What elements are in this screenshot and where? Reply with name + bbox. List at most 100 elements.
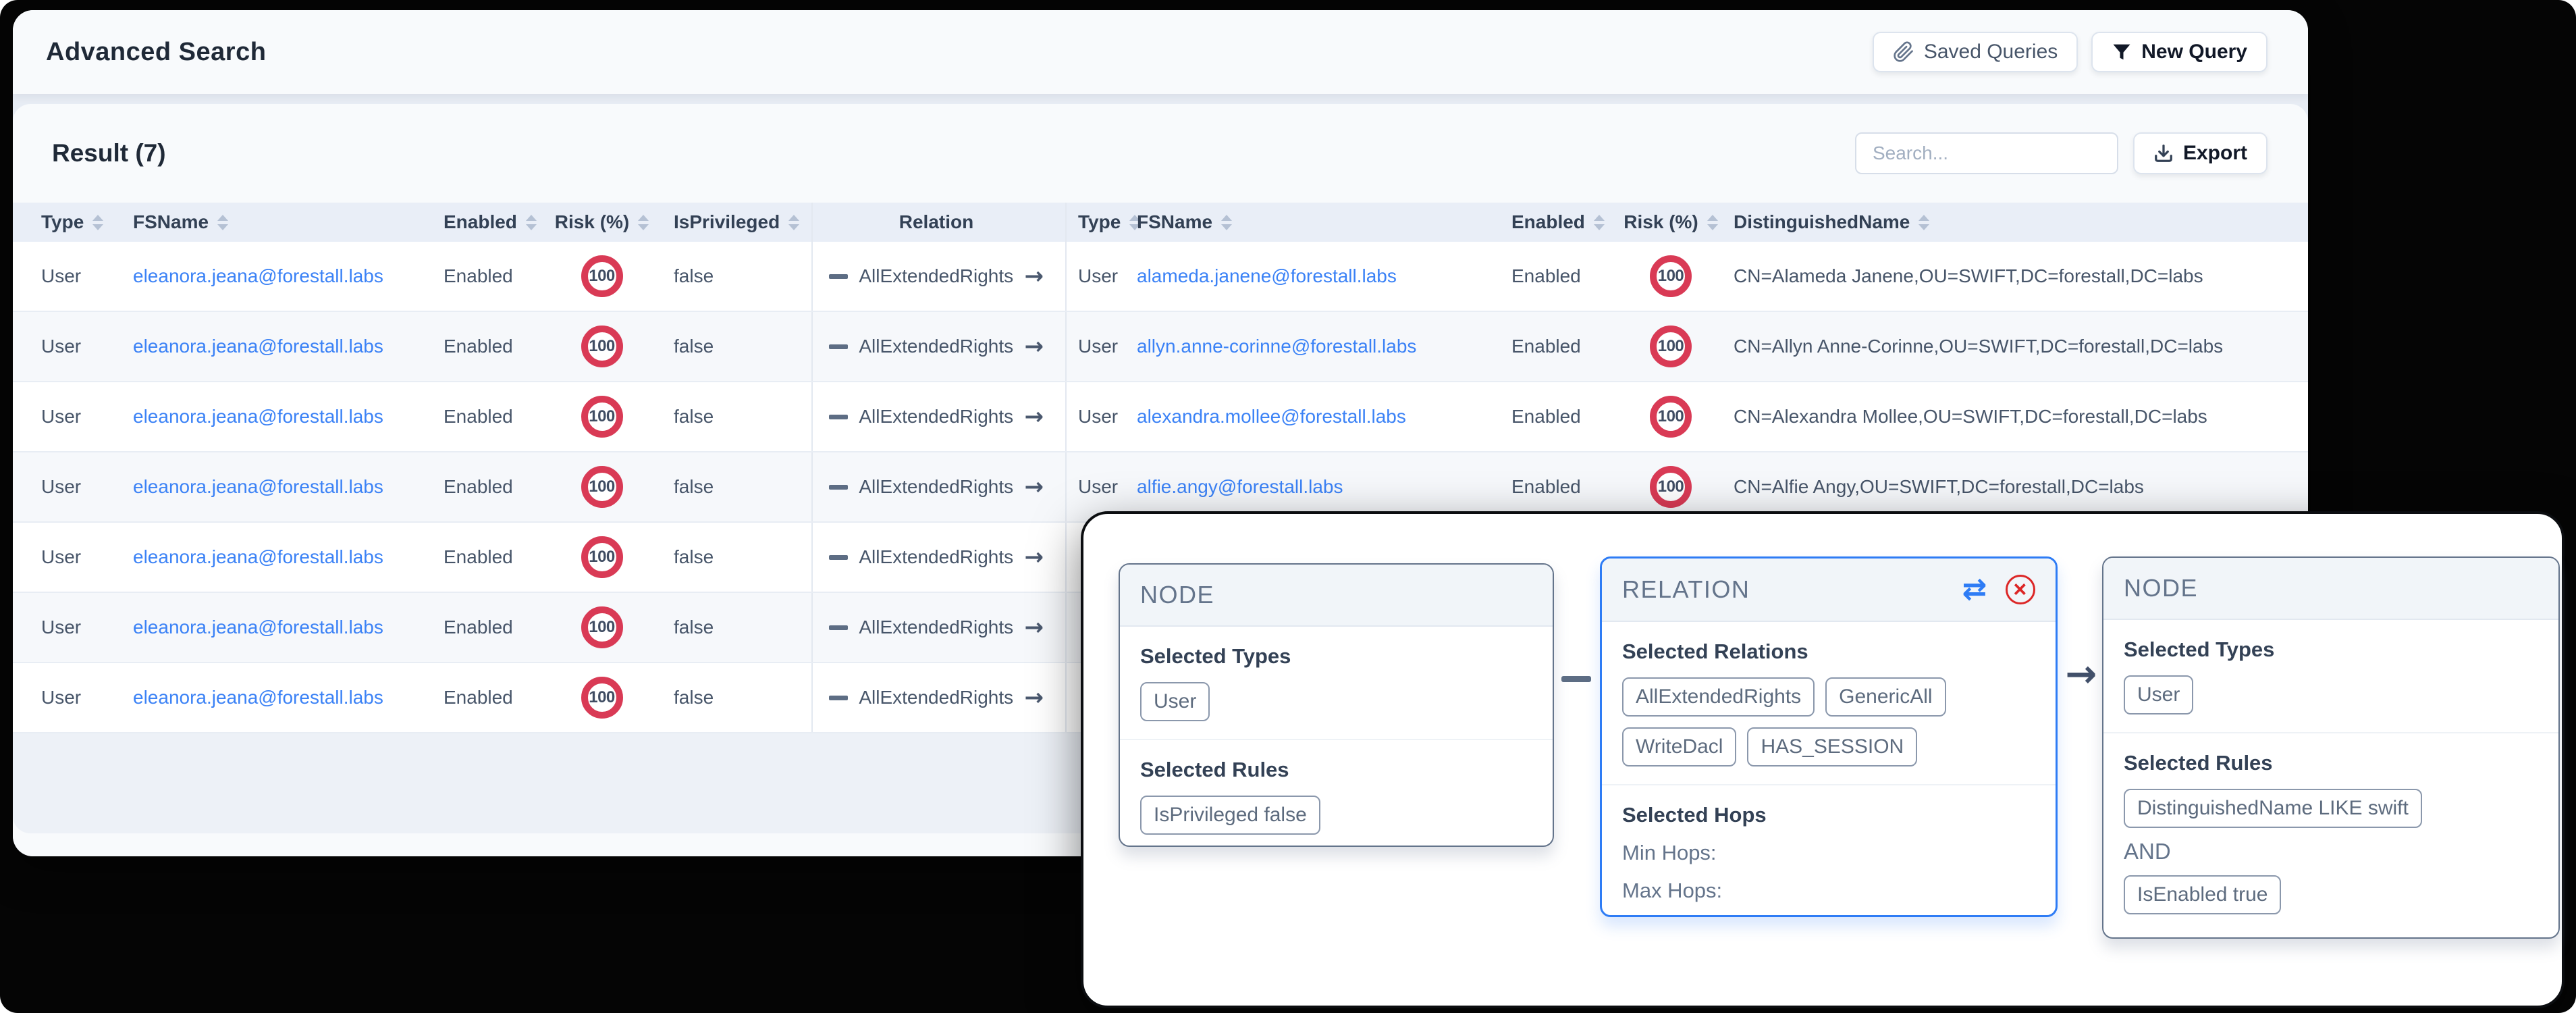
column-header[interactable]: Enabled [431,211,546,233]
builder-dash-connector-icon [1561,676,1591,682]
column-header[interactable]: IsPrivileged [658,211,811,233]
rule-chip[interactable]: DistinguishedName LIKE swift [2124,789,2422,828]
fsname-link[interactable]: eleanora.jeana@forestall.labs [133,687,383,708]
relation-dash-icon [829,625,848,630]
fsname-link[interactable]: eleanora.jeana@forestall.labs [133,265,383,286]
column-header[interactable]: FSName [1131,211,1505,233]
selection-chip[interactable]: User [1140,682,1210,721]
relation-arrow-icon: → [1025,473,1044,500]
target-node-card-title: NODE [2124,574,2198,602]
sort-icon[interactable] [1918,215,1929,230]
fsname-link[interactable]: eleanora.jeana@forestall.labs [133,406,383,427]
relation-dash-icon [829,344,848,349]
new-query-button[interactable]: New Query [2091,32,2268,72]
sort-icon[interactable] [788,215,799,230]
table-header-row: TypeFSNameEnabledRisk (%)IsPrivilegedRel… [13,203,2308,242]
export-button[interactable]: Export [2133,132,2268,174]
selected-rules-label: Selected Rules [1140,758,1532,782]
fsname-link[interactable]: eleanora.jeana@forestall.labs [133,476,383,497]
selection-chip[interactable]: AllExtendedRights [1622,677,1815,717]
selection-chip[interactable]: GenericAll [1825,677,1946,717]
search-input[interactable] [1855,132,2118,174]
cell-src-fsname: eleanora.jeana@forestall.labs [128,617,431,638]
cell-src-enabled: Enabled [431,546,546,568]
fsname-link[interactable]: alfie.angy@forestall.labs [1137,476,1343,497]
selection-chip[interactable]: WriteDacl [1622,727,1736,767]
saved-queries-label: Saved Queries [1924,41,2058,63]
page-background: Advanced Search Saved Queries New Query [0,0,2576,1013]
cell-dst-dn: CN=Allyn Anne-Corinne,OU=SWIFT,DC=forest… [1721,336,2308,357]
cell-src-risk: 100 [546,536,658,578]
relation-label: AllExtendedRights [848,265,1025,287]
remove-relation-icon[interactable]: × [2006,575,2035,604]
column-header-label: Risk (%) [1624,211,1698,233]
relation-card[interactable]: RELATION ⇄ × Selected Relations AllExten… [1600,556,2058,917]
column-header-label: FSName [1137,211,1212,233]
sort-icon[interactable] [217,215,228,230]
column-header[interactable]: Risk (%) [546,211,658,233]
column-header[interactable]: Type [1067,211,1131,233]
target-node-rule-chips: DistinguishedName LIKE swiftANDIsEnabled… [2124,789,2538,914]
title-bar: Advanced Search Saved Queries New Query [13,10,2308,94]
cell-dst-risk: 100 [1620,326,1721,367]
source-node-card[interactable]: NODE Selected Types User Selected Rules … [1119,563,1554,847]
cell-dst-fsname: alameda.janene@forestall.labs [1131,265,1505,287]
toolbar-actions: Saved Queries New Query [1873,32,2268,72]
risk-badge: 100 [581,466,623,508]
swap-direction-icon[interactable]: ⇄ [1962,575,1988,604]
column-header[interactable]: Enabled [1505,211,1620,233]
target-node-types-section: Selected Types User [2103,620,2558,732]
sort-icon[interactable] [638,215,649,230]
column-header: Relation [811,203,1067,242]
cell-src-type: User [13,265,128,287]
cell-relation: AllExtendedRights → [811,593,1067,662]
sort-icon[interactable] [526,215,537,230]
sort-icon[interactable] [1594,215,1605,230]
rule-chip[interactable]: IsEnabled true [2124,875,2281,914]
rule-chip[interactable]: IsPrivileged false [1140,796,1320,835]
sort-icon[interactable] [1221,215,1232,230]
sort-icon[interactable] [1707,215,1718,230]
cell-relation: AllExtendedRights → [811,312,1067,381]
cell-src-type: User [13,476,128,498]
selection-chip[interactable]: User [2124,675,2193,715]
cell-dst-fsname: alexandra.mollee@forestall.labs [1131,406,1505,427]
cell-src-fsname: eleanora.jeana@forestall.labs [128,546,431,568]
cell-src-type: User [13,406,128,427]
fsname-link[interactable]: alexandra.mollee@forestall.labs [1137,406,1406,427]
column-header[interactable]: Type [13,211,128,233]
column-header-label: Enabled [1511,211,1585,233]
selection-chip[interactable]: HAS_SESSION [1747,727,1917,767]
fsname-link[interactable]: eleanora.jeana@forestall.labs [133,546,383,567]
cell-src-risk: 100 [546,466,658,508]
cell-relation: AllExtendedRights → [811,523,1067,592]
result-title: Result (7) [52,139,166,167]
table-row[interactable]: User eleanora.jeana@forestall.labs Enabl… [13,382,2308,452]
cell-src-privileged: false [658,617,811,638]
result-tools: Export [1855,132,2268,174]
saved-queries-button[interactable]: Saved Queries [1873,32,2078,72]
target-node-card[interactable]: NODE Selected Types User Selected Rules … [2102,556,2560,939]
fsname-link[interactable]: eleanora.jeana@forestall.labs [133,617,383,638]
cell-src-enabled: Enabled [431,617,546,638]
column-header[interactable]: DistinguishedName [1721,211,2308,233]
cell-dst-dn: CN=Alexandra Mollee,OU=SWIFT,DC=forestal… [1721,406,2308,427]
column-header[interactable]: FSName [128,211,431,233]
sort-icon[interactable] [92,215,103,230]
cell-dst-fsname: allyn.anne-corinne@forestall.labs [1131,336,1505,357]
fsname-link[interactable]: eleanora.jeana@forestall.labs [133,336,383,357]
cell-src-enabled: Enabled [431,476,546,498]
column-header[interactable]: Risk (%) [1620,211,1721,233]
source-node-types-section: Selected Types User [1120,627,1553,739]
cell-src-privileged: false [658,406,811,427]
risk-badge: 100 [581,326,623,367]
fsname-link[interactable]: allyn.anne-corinne@forestall.labs [1137,336,1416,357]
relation-arrow-icon: → [1025,333,1044,360]
table-row[interactable]: User eleanora.jeana@forestall.labs Enabl… [13,242,2308,312]
table-row[interactable]: User eleanora.jeana@forestall.labs Enabl… [13,312,2308,382]
cell-src-fsname: eleanora.jeana@forestall.labs [128,265,431,287]
cell-dst-risk: 100 [1620,466,1721,508]
cell-src-fsname: eleanora.jeana@forestall.labs [128,406,431,427]
fsname-link[interactable]: alameda.janene@forestall.labs [1137,265,1397,286]
cell-src-risk: 100 [546,255,658,297]
